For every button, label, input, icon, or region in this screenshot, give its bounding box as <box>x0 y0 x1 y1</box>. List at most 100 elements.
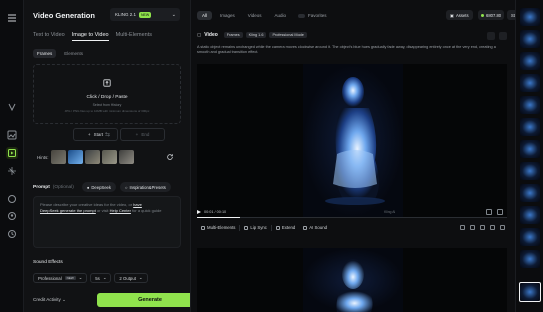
hint-thumbnail[interactable] <box>84 150 100 164</box>
video-header-actions <box>487 32 507 40</box>
mode-select[interactable]: Professional NEW ⌄ <box>33 273 88 283</box>
refresh-icon[interactable] <box>499 32 507 40</box>
history-thumbnail[interactable] <box>520 52 540 70</box>
refresh-icon[interactable] <box>166 153 174 161</box>
video-player-2[interactable] <box>197 248 507 312</box>
dislike-icon[interactable] <box>470 225 475 230</box>
prompt-input[interactable]: Please describe your creative ideas for … <box>33 196 181 248</box>
hints-label: Hints: <box>37 154 49 160</box>
help-center-link[interactable]: Help Center <box>110 208 131 213</box>
favorite-icon[interactable] <box>500 225 505 230</box>
like-icon[interactable] <box>460 225 465 230</box>
hint-thumbnail[interactable] <box>67 150 83 164</box>
prompt-placeholder: Please describe your creative ideas for … <box>40 202 134 207</box>
end-frame-slot[interactable]: + End <box>120 128 165 141</box>
tab-text-to-video[interactable]: Text to Video <box>33 32 65 41</box>
video-right-actions <box>460 225 505 230</box>
credit-activity-link[interactable]: Credit Activity ⌄ <box>33 297 66 303</box>
credits-balance[interactable]: 6807.80 <box>478 10 505 20</box>
start-frame-slot[interactable]: + Start <box>73 128 118 141</box>
upload-history-link[interactable]: Select from History <box>34 103 180 107</box>
image-upload-area[interactable]: Click / Drop / Paste Select from History… <box>33 64 181 124</box>
lip-sync-button[interactable]: Lip Sync <box>240 225 270 230</box>
fullscreen-icon[interactable] <box>497 209 503 215</box>
ai-sound-label: AI Sound <box>309 225 327 230</box>
prompt-header: Prompt (Optional) ● DeepSeek ○ Inspirati… <box>33 182 185 192</box>
player-time: 00:01 / 00:10 <box>204 210 227 214</box>
output-select[interactable]: 2 Output ⌄ <box>114 273 148 283</box>
filter-tabs: All Images Videos Audio Favorites <box>197 11 331 20</box>
multi-elements-button[interactable]: Multi-Elements <box>197 225 239 230</box>
history-thumbnail[interactable] <box>520 74 540 92</box>
filter-audio[interactable]: Audio <box>269 11 291 20</box>
lip-sync-label: Lip Sync <box>250 225 267 230</box>
bulb-icon: ○ <box>124 184 128 190</box>
prompt-have-link[interactable]: have <box>133 202 142 207</box>
history-thumbnail[interactable] <box>520 118 540 136</box>
subtab-elements[interactable]: Elements <box>60 49 87 58</box>
deepseek-button[interactable]: ● DeepSeek <box>81 182 116 192</box>
duration-select[interactable]: 5s ⌄ <box>90 273 112 283</box>
generate-button[interactable]: Generate <box>97 293 203 307</box>
history-thumbnail[interactable] <box>520 228 540 246</box>
avatar-icon[interactable] <box>6 210 18 222</box>
menu-icon[interactable] <box>6 12 18 24</box>
prompt-optional: (Optional) <box>52 184 74 190</box>
play-icon[interactable] <box>197 210 201 214</box>
more-icon[interactable] <box>490 225 495 230</box>
filter-all[interactable]: All <box>197 11 213 20</box>
history-thumbnail[interactable] <box>520 140 540 158</box>
deepseek-generate-link[interactable]: DeepSeek generate the prompt <box>40 208 96 213</box>
mode-tabs: Text to Video Image to Video Multi-Eleme… <box>33 32 152 41</box>
tab-image-to-video[interactable]: Image to Video <box>71 32 109 41</box>
effects-icon[interactable] <box>6 165 18 177</box>
history-thumbnail[interactable] <box>520 162 540 180</box>
inspiration-button[interactable]: ○ Inspiration&Presets <box>119 182 171 192</box>
multi-elements-label: Multi-Elements <box>207 225 236 230</box>
duration-value: 5s <box>95 275 100 281</box>
video-icon[interactable] <box>6 147 18 159</box>
hint-thumbnail[interactable] <box>50 150 66 164</box>
video-tag: Frames <box>223 32 243 38</box>
extend-icon <box>275 225 280 230</box>
extend-label: Extend <box>281 225 296 230</box>
download-icon[interactable] <box>480 225 485 230</box>
hint-thumbnail[interactable] <box>101 150 117 164</box>
history-thumbnail[interactable] <box>520 96 540 114</box>
subtab-frames[interactable]: Frames <box>33 49 57 58</box>
left-rail <box>0 0 24 312</box>
audio-icon[interactable] <box>6 193 18 205</box>
extend-button[interactable]: Extend <box>272 225 299 230</box>
volume-icon[interactable] <box>486 209 492 215</box>
settings-row: Professional NEW ⌄ 5s ⌄ 2 Output ⌄ <box>33 273 148 283</box>
explore-icon[interactable] <box>6 101 18 113</box>
history-thumbnail[interactable] <box>520 250 540 268</box>
video-frame <box>303 64 403 218</box>
history-thumbnail[interactable] <box>520 184 540 202</box>
app-root: Video Generation KLING 2.1 NEW ⌄ Text to… <box>0 0 543 312</box>
tab-multi-elements[interactable]: Multi-Elements <box>116 32 152 41</box>
mode-tag: NEW <box>64 276 76 280</box>
statue-image <box>336 259 373 312</box>
assets-button[interactable]: ▣ Assets <box>446 10 473 20</box>
inspiration-label: Inspiration&Presets <box>129 184 166 190</box>
history-thumbnail[interactable] <box>520 206 540 224</box>
folder-icon: ▣ <box>450 12 454 18</box>
edit-icon[interactable] <box>487 32 495 40</box>
hint-thumbnail[interactable] <box>118 150 134 164</box>
history-icon[interactable] <box>6 228 18 240</box>
image-icon[interactable] <box>6 129 18 141</box>
filter-images[interactable]: Images <box>215 11 240 20</box>
history-thumbnail[interactable] <box>520 30 540 48</box>
filter-videos[interactable]: Videos <box>243 11 267 20</box>
video-progress-bar[interactable] <box>197 217 507 218</box>
chevron-down-icon: ⌄ <box>102 275 107 280</box>
favorites-toggle[interactable]: Favorites <box>294 11 331 20</box>
swap-icon[interactable]: ⇆ <box>105 131 110 138</box>
model-selector[interactable]: KLING 2.1 NEW ⌄ <box>110 8 180 21</box>
history-thumbnail-selected[interactable] <box>519 282 541 302</box>
ai-sound-button[interactable]: AI Sound <box>299 225 331 230</box>
model-name: KLING 2.1 <box>115 12 137 17</box>
history-thumbnail[interactable] <box>520 8 540 26</box>
video-player[interactable] <box>197 64 507 218</box>
